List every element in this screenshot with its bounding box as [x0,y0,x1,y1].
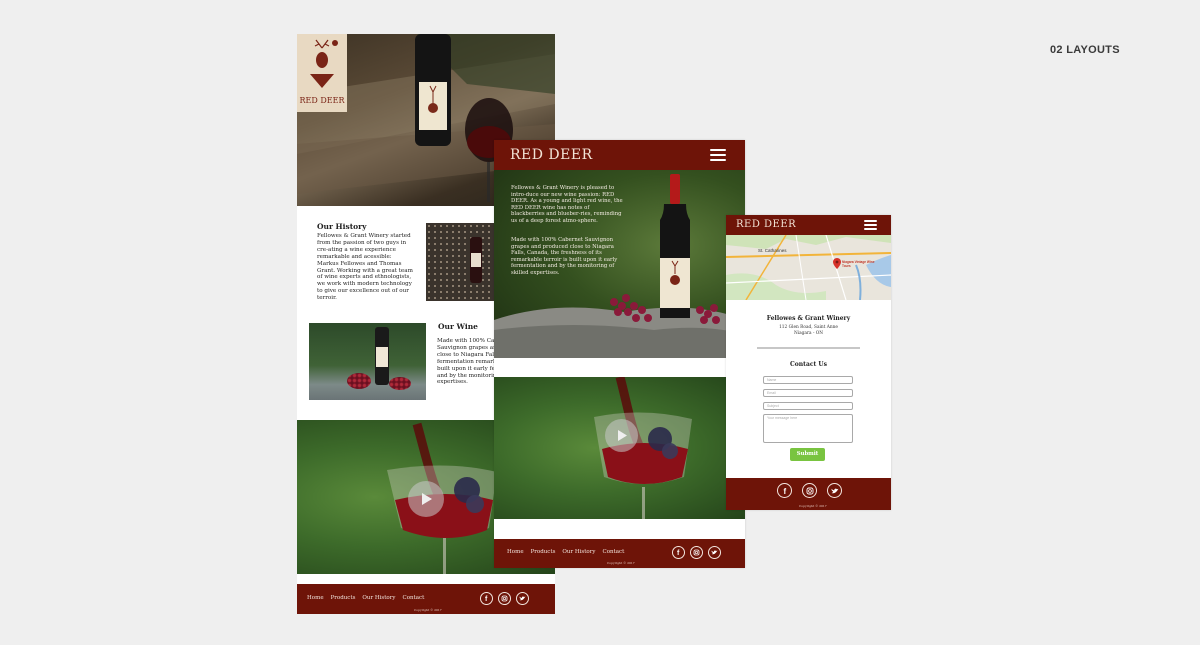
tablet-intro-1: Fellowes & Grant Winery is pleased to in… [511,185,623,224]
nav-our-history[interactable]: Our History [562,549,595,555]
nav-products[interactable]: Products [331,595,356,601]
tablet-header: RED DEER [494,140,745,170]
wine-title: Our Wine [438,322,478,331]
wine-image [309,323,426,400]
play-icon[interactable] [408,481,444,517]
map-pin-label: Niagara Vintage Wine Tours [842,260,875,268]
twitter-icon[interactable] [827,483,842,498]
desktop-footer-nav: Home Products Our History Contact [307,595,424,601]
map-pin-icon[interactable] [833,258,841,269]
map-city-label: St. Catharines [758,248,787,253]
map[interactable]: St. Catharines Niagara Vintage Wine Tour… [726,235,891,300]
desktop-social: f [480,592,529,605]
tablet-layout: RED DEER Fellowes & Grant Winery is plea… [494,140,745,568]
svg-text:f: f [485,596,488,602]
facebook-icon[interactable]: f [672,546,685,559]
desktop-footer: Home Products Our History Contact f Copy… [297,584,555,614]
nav-our-history[interactable]: Our History [362,595,395,601]
section-tag: 02 LAYOUTS [1050,44,1120,56]
nav-contact[interactable]: Contact [402,595,424,601]
nav-home[interactable]: Home [307,595,324,601]
company-name: Fellowes & Grant Winery [766,315,851,322]
instagram-icon[interactable] [690,546,703,559]
name-field[interactable]: Name [763,376,853,384]
tablet-brand[interactable]: RED DEER [510,147,593,163]
email-field[interactable]: Email [763,389,853,397]
menu-icon[interactable] [864,220,877,230]
tablet-video[interactable] [494,377,745,519]
tablet-copyright: Copyright © 2017 [607,561,635,565]
subject-field[interactable]: Subject [763,402,853,410]
svg-text:f: f [783,487,786,495]
nav-products[interactable]: Products [531,549,556,555]
svg-text:f: f [677,550,680,556]
nav-home[interactable]: Home [507,549,524,555]
instagram-icon[interactable] [498,592,511,605]
facebook-icon[interactable]: f [480,592,493,605]
address-line-2: Niagara - ON [793,331,824,336]
mobile-brand[interactable]: RED DEER [736,219,796,230]
message-field[interactable]: Your message here [763,414,853,443]
history-text: Fellowes & Grant Winery started from the… [317,233,413,302]
red-deer-logo[interactable]: RED DEER [297,34,347,112]
twitter-icon[interactable] [516,592,529,605]
tablet-social: f [672,546,721,559]
tablet-footer: Home Products Our History Contact f Copy… [494,539,745,568]
mobile-copyright: Copyright © 2017 [799,504,827,508]
desktop-copyright: Copyright © 2017 [414,608,442,612]
history-image [426,223,496,301]
tablet-hero: Fellowes & Grant Winery is pleased to in… [494,170,745,358]
mobile-social: f [777,483,842,498]
divider [757,347,860,349]
menu-icon[interactable] [710,149,726,161]
twitter-icon[interactable] [708,546,721,559]
facebook-icon[interactable]: f [777,483,792,498]
nav-contact[interactable]: Contact [602,549,624,555]
mobile-header: RED DEER [726,215,891,235]
tablet-footer-nav: Home Products Our History Contact [507,549,624,555]
tablet-intro-2: Made with 100% Cabernet Sauvignon grapes… [511,237,618,276]
contact-title: Contact Us [790,361,827,368]
address-line-1: 112 Glen Road, Saint Anne [779,325,838,330]
history-title: Our History [317,222,367,231]
logo-text: RED DEER [299,96,345,105]
mobile-layout: RED DEER St. Catharines Niagara Vintage … [726,215,891,510]
submit-button[interactable]: Submit [790,448,825,461]
mobile-footer: f Copyright © 2017 [726,478,891,510]
play-icon[interactable] [605,419,638,452]
instagram-icon[interactable] [802,483,817,498]
